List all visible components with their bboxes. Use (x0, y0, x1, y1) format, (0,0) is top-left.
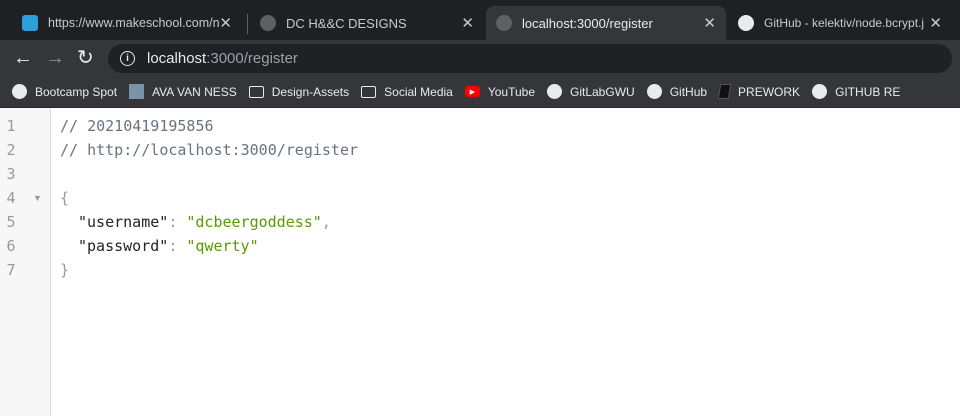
address-bar[interactable]: i localhost:3000/register (108, 44, 952, 73)
line-number: 2 (6, 141, 16, 159)
bookmark-design-assets[interactable]: Design-Assets (248, 84, 350, 99)
globe-icon (496, 15, 512, 31)
bookmarks-bar: Bootcamp Spot AVA VAN NESS Design-Assets… (0, 76, 960, 108)
book-icon (717, 84, 732, 99)
tab-divider (247, 14, 248, 34)
bookmark-label: Social Media (384, 84, 453, 99)
bookmark-prework[interactable]: PREWORK (717, 84, 801, 99)
tab-label: GitHub - kelektiv/node.bcrypt.j (764, 16, 925, 30)
line-number: 3 (6, 165, 16, 183)
globe-icon (12, 84, 27, 99)
bookmark-github[interactable]: GitHub (646, 84, 708, 99)
makeschool-icon (22, 15, 38, 31)
bookmark-label: GitHub (669, 84, 708, 99)
tab-localhost-register[interactable]: localhost:3000/register ✕ (486, 6, 726, 40)
bookmark-label: GitLabGWU (570, 84, 635, 99)
tab-dc-designs[interactable]: DC H&&C DESIGNS ✕ (250, 6, 484, 40)
youtube-icon: ▶ (464, 86, 480, 97)
json-key: "password" (78, 237, 169, 255)
timestamp-comment: // 20210419195856 (60, 117, 214, 135)
username-line: "username": "dcbeergoddess", (78, 210, 331, 234)
bookmark-label: Bootcamp Spot (35, 84, 118, 99)
bookmark-ava-van-ness[interactable]: AVA VAN NESS (129, 84, 237, 99)
tab-makeschool[interactable]: https://www.makeschool.com/n ✕ (12, 6, 242, 40)
forward-button[interactable]: → (45, 46, 65, 70)
image-icon (129, 84, 145, 99)
line-number: 6 (6, 237, 16, 255)
info-icon[interactable]: i (120, 51, 135, 66)
close-tab-icon[interactable]: ✕ (929, 14, 942, 32)
tab-github-bcrypt[interactable]: GitHub - kelektiv/node.bcrypt.j ✕ (728, 6, 952, 40)
close-brace: } (60, 261, 70, 279)
github-icon (646, 84, 662, 99)
colon: : (168, 213, 187, 231)
github-icon (738, 15, 754, 31)
line-number: 1 (6, 117, 16, 135)
bookmark-label: PREWORK (738, 84, 801, 99)
url-comment: // http://localhost:3000/register (60, 141, 359, 159)
bookmark-github-re[interactable]: GITHUB RE (812, 84, 900, 99)
colon: : (168, 237, 187, 255)
tab-strip: https://www.makeschool.com/n ✕ DC H&&C D… (0, 0, 960, 40)
tab-label: DC H&&C DESIGNS (286, 15, 407, 31)
url-host: localhost (147, 50, 207, 67)
globe-icon (547, 84, 562, 99)
bookmark-label: Design-Assets (271, 84, 350, 99)
json-string: "dcbeergoddess" (186, 213, 322, 231)
bookmark-social-media[interactable]: Social Media (361, 85, 453, 99)
close-tab-icon[interactable]: ✕ (461, 14, 474, 32)
line-number: 5 (6, 213, 16, 231)
fold-toggle-icon[interactable]: ▼ (33, 186, 42, 210)
toolbar: ← → ↻ i localhost:3000/register (0, 40, 960, 76)
back-button[interactable]: ← (13, 46, 33, 70)
globe-icon (260, 15, 276, 31)
json-key: "username" (78, 213, 169, 231)
url-path: :3000/register (206, 50, 298, 67)
password-line: "password": "qwerty" (78, 234, 259, 258)
json-string: "qwerty" (186, 237, 259, 255)
bookmark-gitlabgwu[interactable]: GitLabGWU (547, 84, 635, 99)
json-viewer: 1 2 3 4 5 6 7 ▼ // 20210419195856 // htt… (0, 108, 960, 416)
github-icon (812, 84, 828, 99)
open-brace: { (60, 189, 70, 207)
bookmark-label: YouTube (487, 84, 535, 99)
comma: , (321, 213, 331, 231)
line-number: 4 (6, 189, 16, 207)
tab-label: localhost:3000/register (522, 15, 653, 31)
bookmark-label: GITHUB RE (835, 84, 901, 99)
close-tab-icon[interactable]: ✕ (703, 14, 716, 32)
bookmark-bootcamp-spot[interactable]: Bootcamp Spot (12, 84, 117, 99)
bookmark-youtube[interactable]: ▶ YouTube (464, 84, 535, 99)
folder-icon (361, 85, 377, 98)
bookmark-label: AVA VAN NESS (152, 84, 237, 99)
folder-icon (248, 85, 264, 98)
reload-button[interactable]: ↻ (77, 46, 94, 70)
tab-label: https://www.makeschool.com/n (48, 16, 220, 30)
line-number: 7 (6, 261, 16, 279)
close-tab-icon[interactable]: ✕ (219, 14, 232, 32)
